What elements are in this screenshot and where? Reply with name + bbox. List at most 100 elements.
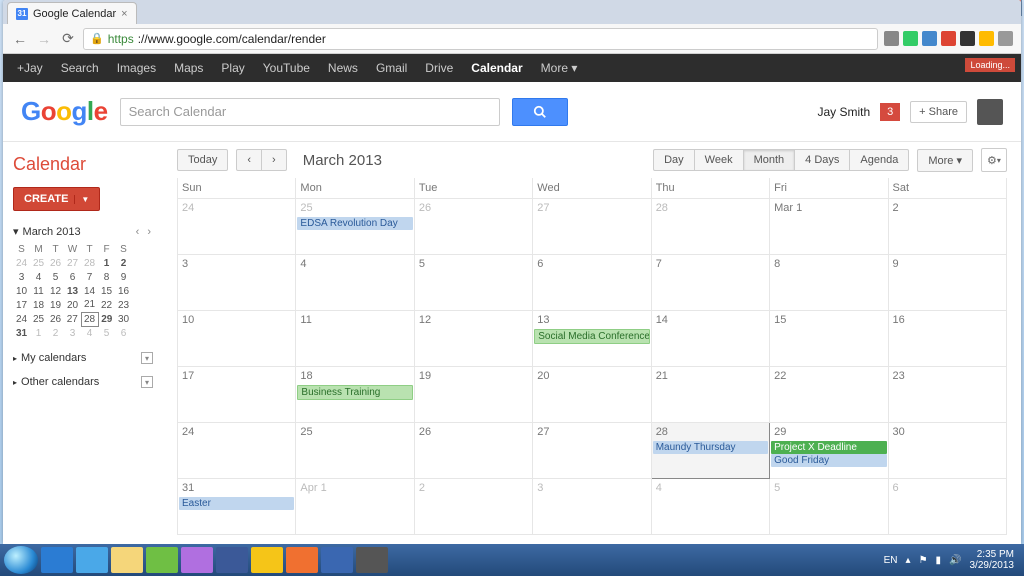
nav-link-drive[interactable]: Drive [425,61,453,75]
calendar-cell[interactable]: 19 [414,367,532,423]
calendar-cell[interactable]: Apr 1 [296,479,414,535]
mini-day[interactable]: 28 [81,312,98,326]
avatar[interactable] [977,99,1003,125]
view-agenda[interactable]: Agenda [849,149,909,171]
user-name[interactable]: Jay Smith [817,105,870,119]
taskbar-app-icon[interactable] [356,547,388,573]
taskbar-explorer-icon[interactable] [111,547,143,573]
url-input[interactable]: 🔒 https://www.google.com/calendar/render [83,28,878,50]
start-button[interactable] [4,546,38,574]
chevron-down-icon[interactable]: ▼ [74,195,89,204]
tray-volume-icon[interactable]: 🔊 [949,555,961,566]
view-week[interactable]: Week [694,149,744,171]
nav-link-youtube[interactable]: YouTube [263,61,310,75]
taskbar-app-icon[interactable] [286,547,318,573]
calendar-cell[interactable]: 28 [651,199,769,255]
calendar-event[interactable]: Good Friday [771,454,886,467]
ext-icon[interactable] [941,31,956,46]
calendar-cell[interactable]: 3 [533,479,651,535]
calendar-cell[interactable]: 5 [414,255,532,311]
notification-badge[interactable]: 3 [880,103,900,121]
mini-day[interactable]: 30 [115,312,132,326]
mini-day[interactable]: 9 [115,270,132,284]
google-logo[interactable]: Google [21,96,108,127]
mini-day[interactable]: 2 [47,326,64,340]
back-icon[interactable]: ← [11,30,29,48]
calendar-cell[interactable]: 30 [888,423,1006,479]
more-button[interactable]: More ▾ [917,149,973,172]
ext-icon[interactable] [903,31,918,46]
calendar-cell[interactable]: 25 [296,423,414,479]
mini-day[interactable]: 17 [13,298,30,312]
nav-link-news[interactable]: News [328,61,358,75]
mini-day[interactable]: 1 [30,326,47,340]
settings-button[interactable]: ⚙▾ [981,148,1007,172]
mini-day[interactable]: 14 [81,284,98,298]
ext-icon[interactable] [960,31,975,46]
calendar-cell[interactable]: 2 [888,199,1006,255]
calendar-cell[interactable]: 24 [178,199,296,255]
mini-next-icon[interactable]: › [145,226,153,238]
calendar-cell[interactable]: 26 [414,199,532,255]
tray-network-icon[interactable]: ▮ [936,555,942,566]
calendar-cell[interactable]: 24 [178,423,296,479]
mini-day[interactable]: 26 [47,256,64,270]
calendar-cell[interactable]: 15 [770,311,888,367]
taskbar-skype-icon[interactable] [76,547,108,573]
nav-link-maps[interactable]: Maps [174,61,203,75]
calendar-cell[interactable]: 23 [888,367,1006,423]
calendar-cell[interactable]: 27 [533,199,651,255]
tray-flag-icon[interactable]: ⚑ [919,555,928,566]
language-indicator[interactable]: EN [884,555,898,566]
ext-icon[interactable] [884,31,899,46]
nav-link-calendar[interactable]: Calendar [471,61,522,75]
mini-day[interactable]: 18 [30,298,47,312]
mini-day[interactable]: 12 [47,284,64,298]
tray-up-icon[interactable]: ▴ [906,555,911,566]
nav-link-more[interactable]: More ▾ [541,61,578,75]
mini-day[interactable]: 27 [64,312,81,326]
reload-icon[interactable]: ⟳ [59,30,77,48]
mini-day[interactable]: 5 [47,270,64,284]
calendar-event[interactable]: Social Media Conference [534,329,649,344]
mini-day[interactable]: 21 [81,298,98,312]
my-calendars-toggle[interactable]: ▸ My calendars ▾ [13,352,153,364]
mini-day[interactable]: 4 [30,270,47,284]
dropdown-icon[interactable]: ▾ [141,352,153,364]
mini-day[interactable]: 13 [64,284,81,298]
next-button[interactable]: › [261,149,287,171]
mini-day[interactable]: 6 [64,270,81,284]
mini-day[interactable]: 19 [47,298,64,312]
nav-link-images[interactable]: Images [117,61,156,75]
calendar-cell[interactable]: 17 [178,367,296,423]
mini-day[interactable]: 24 [13,312,30,326]
calendar-event[interactable]: Easter [179,497,294,510]
ext-icon[interactable] [922,31,937,46]
nav-link-play[interactable]: Play [221,61,244,75]
calendar-cell[interactable]: 16 [888,311,1006,367]
mini-day[interactable]: 3 [13,270,30,284]
calendar-cell[interactable]: Mar 1 [770,199,888,255]
nav-link-gmail[interactable]: Gmail [376,61,407,75]
mini-day[interactable]: 11 [30,284,47,298]
calendar-event[interactable]: Maundy Thursday [653,441,768,454]
calendar-cell[interactable]: 29Project X DeadlineGood Friday [770,423,888,479]
mini-prev-icon[interactable]: ‹ [134,226,142,238]
calendar-cell[interactable]: 26 [414,423,532,479]
calendar-cell[interactable]: 14 [651,311,769,367]
view-month[interactable]: Month [743,149,796,171]
browser-tab[interactable]: 31 Google Calendar × [7,2,137,24]
tab-close-icon[interactable]: × [121,8,127,20]
calendar-cell[interactable]: 25EDSA Revolution Day [296,199,414,255]
calendar-cell[interactable]: 5 [770,479,888,535]
today-button[interactable]: Today [177,149,228,171]
forward-icon[interactable]: → [35,30,53,48]
view-day[interactable]: Day [653,149,695,171]
taskbar-word-icon[interactable] [321,547,353,573]
mini-day[interactable]: 22 [98,298,115,312]
calendar-cell[interactable]: 10 [178,311,296,367]
taskbar-app-icon[interactable] [181,547,213,573]
taskbar-ie-icon[interactable] [41,547,73,573]
calendar-cell[interactable]: 22 [770,367,888,423]
calendar-cell[interactable]: 4 [651,479,769,535]
